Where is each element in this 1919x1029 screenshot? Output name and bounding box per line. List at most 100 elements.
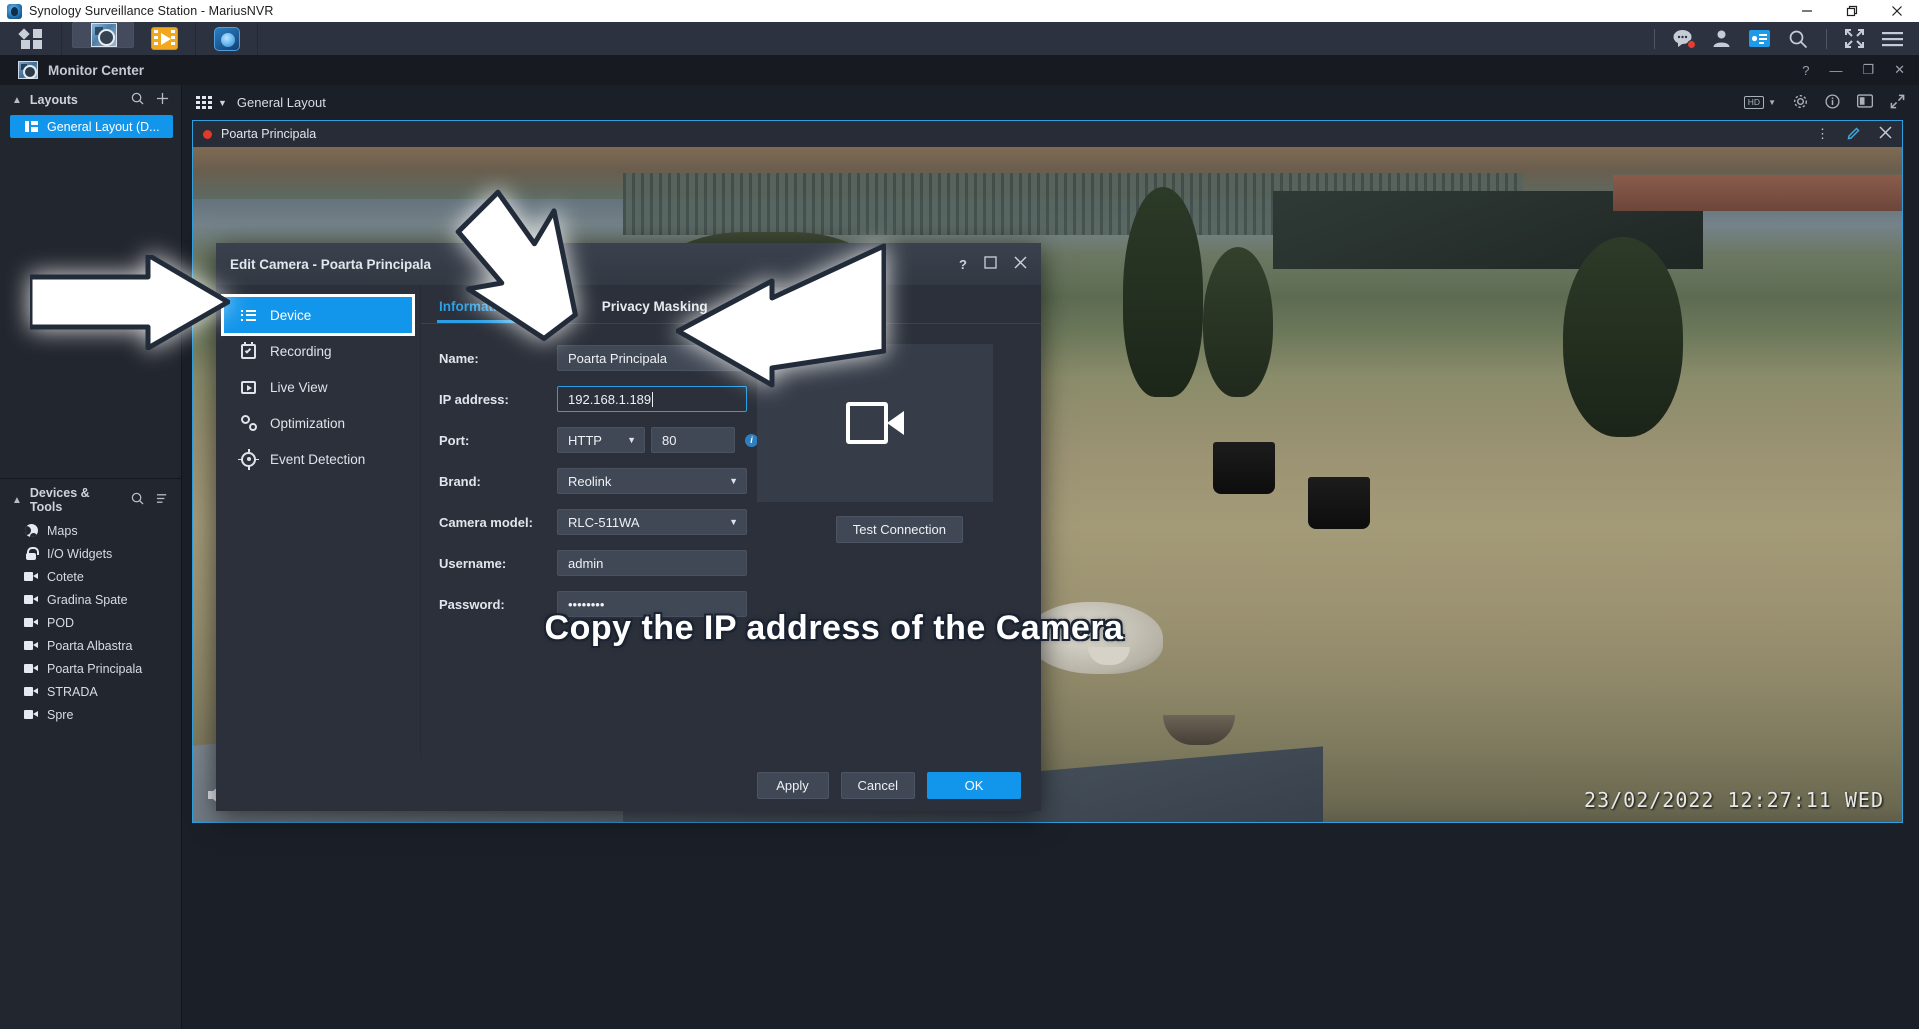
- sidebar-item-gradina-spate[interactable]: Gradina Spate: [0, 588, 181, 611]
- plus-icon[interactable]: [156, 92, 169, 108]
- sidebar-item-poarta-principala[interactable]: Poarta Principala: [0, 657, 181, 680]
- port-protocol-select[interactable]: HTTP ▼: [557, 427, 645, 453]
- widget-icon[interactable]: [1749, 30, 1770, 47]
- cancel-button[interactable]: Cancel: [840, 771, 915, 799]
- gear-icon[interactable]: [1793, 94, 1808, 112]
- sidebar-item-spre[interactable]: Spre: [0, 703, 181, 726]
- display-icon[interactable]: [1856, 94, 1874, 111]
- search-icon[interactable]: [1788, 29, 1808, 49]
- brand-label: Brand:: [439, 473, 481, 489]
- search-icon-2[interactable]: [131, 492, 144, 508]
- dialog-close-button[interactable]: [1014, 256, 1027, 272]
- port-protocol-value: HTTP: [568, 432, 602, 448]
- toolbar-right-icons: [1654, 22, 1919, 55]
- toolbar-divider: [1654, 28, 1655, 49]
- restore-button[interactable]: [1829, 0, 1874, 22]
- video-roof-region: [1613, 175, 1902, 211]
- window-minimize-button[interactable]: —: [1829, 63, 1842, 78]
- ok-button[interactable]: OK: [927, 771, 1021, 799]
- nav-item-event-detection[interactable]: Event Detection: [224, 441, 412, 477]
- app-smart-search-button[interactable]: [196, 22, 258, 55]
- dialog-footer: Apply Cancel OK: [216, 759, 1041, 811]
- edit-icon[interactable]: [1847, 126, 1861, 143]
- apply-button[interactable]: Apply: [756, 771, 829, 799]
- close-icon[interactable]: [1879, 126, 1892, 142]
- camera-model-label: Camera model:: [439, 514, 533, 530]
- left-sidebar: ▲ Layouts General Layout (D... ▲ Devices…: [0, 85, 182, 1029]
- nav-item-label: Device: [270, 307, 312, 323]
- fullscreen-icon[interactable]: [1845, 29, 1864, 48]
- app-logo-icon: [7, 3, 22, 19]
- menu-icon[interactable]: [1882, 31, 1903, 47]
- devices-tools-tools: [131, 492, 169, 508]
- app-launcher-button[interactable]: [0, 22, 62, 55]
- username-field[interactable]: admin: [557, 550, 747, 576]
- dialog-maximize-button[interactable]: [984, 256, 997, 272]
- sidebar-item-general-layout[interactable]: General Layout (D...: [10, 115, 173, 138]
- globe-icon: [24, 524, 38, 537]
- layouts-tools: [131, 92, 169, 108]
- sidebar-item-maps[interactable]: Maps: [0, 519, 181, 542]
- nav-item-optimization[interactable]: Optimization: [224, 405, 412, 441]
- brand-select[interactable]: Reolink ▼: [557, 468, 747, 494]
- help-button[interactable]: ?: [1802, 63, 1809, 78]
- sidebar-item-poarta-albastra[interactable]: Poarta Albastra: [0, 634, 181, 657]
- quality-badge[interactable]: HD: [1743, 96, 1765, 109]
- video-food-bowl: [1163, 715, 1235, 745]
- ip-address-field[interactable]: 192.168.1.189: [557, 386, 747, 412]
- list-icon: [240, 307, 257, 324]
- app-monitor-center-button[interactable]: [72, 22, 134, 48]
- sidebar-item-io-widgets[interactable]: I/O Widgets: [0, 542, 181, 565]
- video-timestamp: 23/02/2022 12:27:11 WED: [1584, 788, 1884, 812]
- window-controls: [1784, 0, 1919, 22]
- grid-icon: [17, 27, 42, 49]
- info-icon[interactable]: [1825, 93, 1840, 112]
- target-icon: [238, 448, 259, 470]
- nav-item-label: Event Detection: [270, 451, 366, 467]
- chevron-down-icon[interactable]: ▼: [218, 98, 227, 108]
- dialog-body: Device Recording Live View Optimization …: [216, 285, 1123, 759]
- io-icon: [24, 547, 39, 560]
- notifications-icon[interactable]: [1673, 29, 1696, 49]
- nav-item-live-view[interactable]: Live View: [224, 369, 412, 405]
- page-title: Monitor Center: [48, 62, 144, 78]
- grid-icon[interactable]: [196, 96, 212, 109]
- nav-item-recording[interactable]: Recording: [224, 333, 412, 369]
- nav-item-label: Optimization: [270, 415, 346, 431]
- toolbar-gap: [62, 22, 72, 55]
- test-connection-button[interactable]: Test Connection: [835, 516, 963, 543]
- ip-address-value: 192.168.1.189: [568, 391, 652, 407]
- recording-dot: [203, 129, 212, 139]
- camera-icon: [24, 616, 38, 629]
- search-icon[interactable]: [131, 92, 144, 108]
- sidebar-item-pod[interactable]: POD: [0, 611, 181, 634]
- account-icon[interactable]: [1712, 29, 1731, 48]
- gear-icon: [240, 415, 257, 432]
- sidebar-item-label: STRADA: [47, 684, 98, 699]
- more-vertical-icon[interactable]: ⋮: [1816, 126, 1829, 142]
- video-pot-1: [1213, 442, 1275, 494]
- window-maximize-button[interactable]: ❐: [1862, 62, 1874, 78]
- close-button[interactable]: [1874, 0, 1919, 22]
- sort-icon[interactable]: [156, 492, 169, 508]
- minimize-button[interactable]: [1784, 0, 1829, 22]
- os-window-title: Synology Surveillance Station - MariusNV…: [29, 4, 274, 18]
- sidebar-item-strada[interactable]: STRADA: [0, 680, 181, 703]
- sidebar-item-label: General Layout (D...: [47, 119, 160, 134]
- camera-model-select[interactable]: RLC-511WA ▼: [557, 509, 747, 535]
- sidebar-item-label: I/O Widgets: [47, 546, 113, 561]
- camera-name: Poarta Principala: [221, 127, 317, 141]
- chevron-down-icon: ▼: [729, 517, 738, 527]
- layouts-section-header[interactable]: ▲ Layouts: [0, 85, 181, 115]
- dialog-help-button[interactable]: ?: [959, 257, 967, 272]
- devices-tools-section-header[interactable]: ▲ Devices & Tools: [0, 485, 181, 515]
- form-row-username: Username: admin: [439, 549, 1041, 577]
- window-close-button[interactable]: ✕: [1894, 62, 1905, 78]
- chevron-down-icon: ▼: [627, 435, 636, 445]
- quality-caret-icon[interactable]: ▼: [1768, 98, 1776, 107]
- port-number-field[interactable]: 80: [651, 427, 735, 453]
- expand-icon[interactable]: [1890, 94, 1905, 112]
- nav-item-device[interactable]: Device: [221, 294, 415, 336]
- sidebar-item-cotete[interactable]: Cotete: [0, 565, 181, 588]
- app-timeline-button[interactable]: [134, 22, 196, 55]
